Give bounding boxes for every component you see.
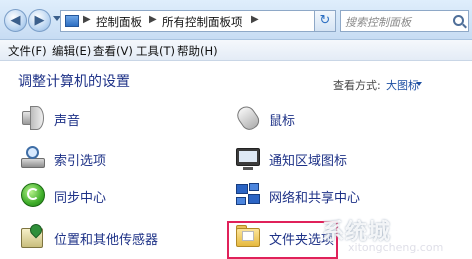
item-location-sensors[interactable]: 位置和其他传感器: [18, 221, 218, 256]
chevron-right-icon[interactable]: ▶: [83, 14, 91, 25]
menu-file[interactable]: 文件(F): [8, 43, 47, 59]
search-icon[interactable]: [453, 15, 464, 26]
forward-button[interactable]: ▶: [28, 9, 51, 32]
arrow-right-icon: ▶: [34, 13, 45, 28]
item-label: 索引选项: [54, 154, 107, 169]
refresh-button[interactable]: ↻: [314, 10, 336, 32]
address-bar: ◀ ▶ ▶ 控制面板 ▶ 所有控制面板项 ▶ ↻: [0, 0, 472, 40]
item-label: 位置和其他传感器: [54, 233, 159, 248]
speaker-icon: [18, 103, 48, 133]
refresh-icon: ↻: [319, 13, 331, 28]
item-mouse[interactable]: 鼠标: [233, 103, 433, 137]
mouse-icon: [233, 103, 263, 133]
view-by-dropdown[interactable]: 大图标: [386, 77, 419, 93]
item-sound[interactable]: 声音: [18, 103, 218, 137]
arrow-left-icon: ◀: [10, 13, 21, 28]
item-label: 通知区域图标: [269, 154, 348, 169]
address-path[interactable]: ▶ 控制面板 ▶ 所有控制面板项 ▶: [60, 10, 330, 32]
location-sensor-icon: [18, 221, 48, 252]
network-icon: [233, 180, 263, 210]
watermark-url: xitongcheng.com: [348, 241, 444, 254]
item-label: 声音: [54, 114, 81, 129]
item-label: 同步中心: [54, 191, 107, 206]
item-label: 网络和共享中心: [269, 191, 361, 206]
chevron-down-icon[interactable]: [416, 82, 422, 86]
menu-help[interactable]: 帮助(H): [177, 43, 218, 59]
item-network-sharing-center[interactable]: 网络和共享中心: [233, 180, 453, 214]
search-box[interactable]: [340, 10, 469, 32]
control-panel-icon: [65, 15, 79, 27]
chevron-right-icon[interactable]: ▶: [251, 14, 259, 25]
item-notification-area-icons[interactable]: 通知区域图标: [233, 143, 433, 177]
item-sync-center[interactable]: 同步中心: [18, 180, 218, 214]
view-by-label: 查看方式:: [333, 79, 381, 92]
breadcrumb-all-items[interactable]: 所有控制面板项: [162, 14, 243, 30]
menu-tools[interactable]: 工具(T): [136, 43, 175, 59]
indexing-icon: [18, 143, 48, 173]
menu-bar: 文件(F) 编辑(E) 查看(V) 工具(T) 帮助(H): [0, 40, 472, 61]
search-input[interactable]: [345, 14, 451, 30]
menu-view[interactable]: 查看(V): [93, 43, 133, 59]
breadcrumb-control-panel[interactable]: 控制面板: [96, 14, 142, 30]
chevron-right-icon[interactable]: ▶: [149, 14, 157, 25]
notification-area-icon: [233, 143, 263, 173]
menu-edit[interactable]: 编辑(E): [52, 43, 91, 59]
sync-center-icon: [18, 180, 48, 210]
item-indexing-options[interactable]: 索引选项: [18, 143, 218, 177]
page-title: 调整计算机的设置: [18, 74, 130, 90]
item-label: 鼠标: [269, 114, 296, 129]
back-button[interactable]: ◀: [4, 9, 27, 32]
